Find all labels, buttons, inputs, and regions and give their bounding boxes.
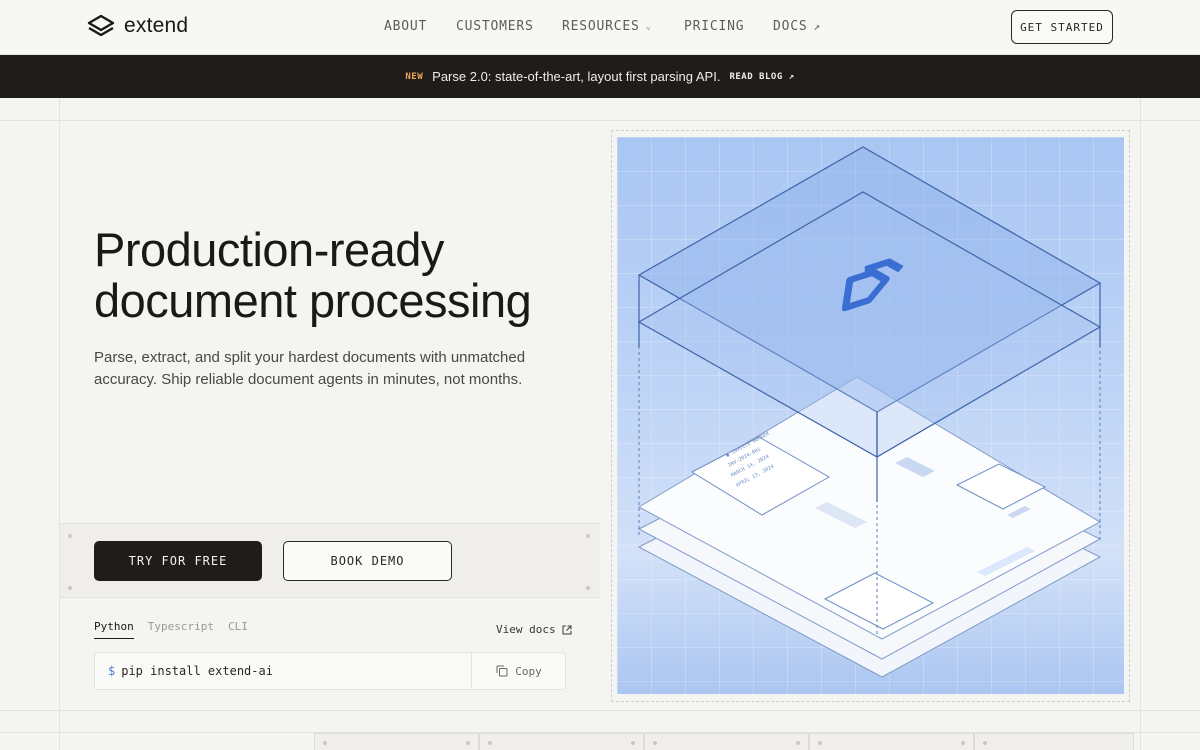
code-language-tabs: Python Typescript CLI	[94, 620, 248, 639]
hero-title: Production-ready document processing	[94, 223, 532, 327]
hero-title-line: document processing	[94, 274, 532, 327]
decorative-dot	[68, 534, 72, 538]
decorative-dot	[586, 534, 590, 538]
tab-typescript[interactable]: Typescript	[148, 620, 214, 639]
logo[interactable]: extend	[87, 14, 188, 38]
nav-item-customers[interactable]: CUSTOMERS	[456, 19, 562, 34]
nav-item-label: DOCS	[773, 19, 808, 34]
nav-item-docs[interactable]: DOCS ↗	[773, 19, 821, 34]
bottom-cell	[809, 733, 974, 750]
chevron-down-icon: ⌄	[645, 21, 652, 32]
get-started-button[interactable]: GET STARTED	[1011, 10, 1113, 44]
announcement-banner: NEW Parse 2.0: state-of-the-art, layout …	[0, 55, 1200, 98]
tab-python[interactable]: Python	[94, 620, 134, 639]
banner-message: Parse 2.0: state-of-the-art, layout firs…	[432, 69, 721, 84]
nav-item-label: RESOURCES	[562, 19, 640, 34]
nav-item-label: PRICING	[684, 19, 745, 34]
command-text: pip install extend-ai	[121, 664, 273, 678]
decorative-dot	[466, 741, 470, 745]
decorative-dot	[653, 741, 657, 745]
decorative-dot	[961, 741, 965, 745]
decorative-dot	[796, 741, 800, 745]
decorative-dot	[323, 741, 327, 745]
nav-item-label: ABOUT	[384, 19, 428, 34]
book-demo-button[interactable]: BOOK DEMO	[283, 541, 452, 581]
bottom-cell	[314, 733, 479, 750]
logo-icon	[87, 14, 115, 37]
site-header: extend ABOUT CUSTOMERS RESOURCES ⌄ PRICI…	[0, 0, 1200, 55]
bottom-section-edge	[314, 733, 1134, 750]
shell-prompt: $	[108, 664, 116, 678]
try-for-free-button[interactable]: TRY FOR FREE	[94, 541, 262, 581]
copy-icon	[496, 665, 508, 677]
read-blog-link[interactable]: READ BLOG ↗	[729, 72, 794, 82]
install-command[interactable]: $ pip install extend-ai	[108, 664, 273, 678]
guide-line	[1140, 0, 1141, 750]
tab-cli[interactable]: CLI	[228, 620, 248, 639]
main-nav: ABOUT CUSTOMERS RESOURCES ⌄ PRICING DOCS…	[384, 19, 821, 34]
nav-item-about[interactable]: ABOUT	[384, 19, 456, 34]
install-command-box: $ pip install extend-ai Copy	[94, 652, 566, 690]
guide-line	[0, 120, 1200, 121]
nav-item-label: CUSTOMERS	[456, 19, 534, 34]
guide-line	[0, 710, 1200, 711]
hero-title-line: Production-ready	[94, 223, 444, 276]
nav-item-pricing[interactable]: PRICING	[684, 19, 773, 34]
hero-illustration: ● INVOICE NUMBER INV-2024-001 MARCH 14, …	[617, 137, 1124, 694]
new-badge: NEW	[405, 71, 424, 82]
copy-button[interactable]: Copy	[471, 653, 566, 689]
external-arrow-icon: ↗	[788, 71, 795, 82]
brand-name: extend	[124, 14, 189, 37]
view-docs-link[interactable]: View docs	[496, 623, 572, 636]
decorative-dot	[488, 741, 492, 745]
external-link-icon	[562, 625, 572, 634]
guide-line	[59, 0, 60, 750]
decorative-dot	[68, 586, 72, 590]
layered-document-illustration: ● INVOICE NUMBER INV-2024-001 MARCH 14, …	[617, 137, 1124, 694]
copy-label: Copy	[515, 664, 542, 678]
decorative-dot	[586, 586, 590, 590]
external-arrow-icon: ↗	[813, 20, 821, 33]
nav-item-resources[interactable]: RESOURCES ⌄	[562, 19, 684, 34]
decorative-dot	[818, 741, 822, 745]
decorative-dot	[631, 741, 635, 745]
bottom-cell	[974, 733, 1134, 750]
bottom-cell	[644, 733, 809, 750]
bottom-cell	[479, 733, 644, 750]
read-blog-label: READ BLOG	[729, 71, 783, 82]
decorative-dot	[983, 741, 987, 745]
hero-subtitle: Parse, extract, and split your hardest d…	[94, 349, 526, 388]
view-docs-label: View docs	[496, 623, 556, 636]
